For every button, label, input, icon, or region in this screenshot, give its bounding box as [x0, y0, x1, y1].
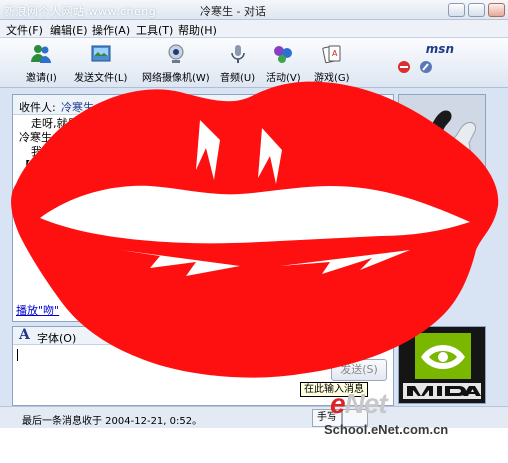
invite-button[interactable]: 邀请(I)	[26, 42, 57, 84]
menu-bar: 文件(F) 编辑(E) 操作(A) 工具(T) 帮助(H)	[0, 20, 508, 38]
recipient-row: 收件人: 冷寒生 <p	[13, 95, 393, 115]
options-icon[interactable]	[419, 60, 433, 74]
svg-text:A: A	[332, 49, 338, 58]
play-wink-link[interactable]: 播放"吻"	[16, 302, 59, 318]
activity-icon	[274, 46, 293, 63]
send-button[interactable]: 发送(S)	[331, 359, 387, 381]
horse-picture	[399, 95, 485, 173]
format-bar: A 字体(O)	[13, 327, 393, 345]
toolbar: 邀请(I) 发送文件(L) 网络摄像机(W) 音频(U) 活动(V) A 游戏(…	[0, 38, 508, 88]
menu-tools[interactable]: 工具(T)	[136, 22, 173, 38]
games-icon: A	[322, 45, 341, 64]
activity-button[interactable]: 活动(V)	[266, 42, 301, 84]
send-file-icon	[91, 45, 111, 62]
message-sender: 冷寒生 说:	[19, 131, 71, 144]
webcam-button[interactable]: 网络摄像机(W)	[142, 42, 210, 84]
activity-label: 活动(V)	[266, 73, 301, 84]
message-line: 【谭	[19, 159, 41, 172]
invite-label: 邀请(I)	[26, 73, 57, 84]
message-line: 我这边还	[31, 145, 75, 158]
menu-edit[interactable]: 编辑(E)	[50, 22, 88, 38]
msn-logo: msn	[425, 42, 454, 56]
to-label: 收件人:	[19, 101, 56, 114]
enet-watermark-logo: eNet	[330, 388, 388, 419]
invite-icon	[31, 45, 52, 63]
audio-label: 音频(U)	[220, 73, 256, 84]
maximize-button[interactable]	[468, 3, 485, 17]
watermark-text: 新浪网个人网站 www.cheng	[4, 5, 157, 18]
my-display-picture[interactable]	[398, 326, 486, 404]
conversation-panel[interactable]: 收件人: 冷寒生 <p 走呀,就是爱 冷寒生 说: 我这边还 【谭	[12, 94, 394, 322]
send-file-button[interactable]: 发送文件(L)	[74, 42, 127, 84]
send-file-label: 发送文件(L)	[74, 73, 128, 84]
title-bar: 新浪网个人网站 www.cheng 冷寒生 - 对话	[0, 0, 508, 20]
menu-file[interactable]: 文件(F)	[6, 22, 43, 38]
nvidia-logo-picture	[399, 327, 485, 403]
window-title: 冷寒生 - 对话	[200, 5, 266, 18]
menu-actions[interactable]: 操作(A)	[92, 22, 130, 38]
font-button[interactable]: 字体(O)	[37, 330, 76, 346]
menu-help[interactable]: 帮助(H)	[178, 22, 217, 38]
font-icon[interactable]: A	[19, 327, 30, 343]
minimize-button[interactable]	[448, 3, 465, 17]
enet-watermark-site: School.eNet.com.cn	[324, 422, 449, 437]
close-button[interactable]	[488, 3, 505, 17]
audio-icon	[230, 45, 245, 63]
games-button[interactable]: A 游戏(G)	[314, 42, 350, 84]
games-label: 游戏(G)	[314, 73, 350, 84]
last-message-status: 最后一条消息收于 2004-12-21, 0:52。	[22, 416, 203, 427]
message-line: 走呀,就是爱	[31, 117, 90, 130]
recipient-name: 冷寒生 <p	[61, 101, 114, 114]
webcam-label: 网络摄像机(W)	[142, 73, 210, 84]
webcam-icon	[168, 44, 184, 63]
audio-button[interactable]: 音频(U)	[220, 42, 255, 84]
contact-avatar[interactable]	[398, 94, 486, 174]
message-input[interactable]	[15, 347, 325, 403]
block-icon[interactable]	[397, 60, 411, 74]
